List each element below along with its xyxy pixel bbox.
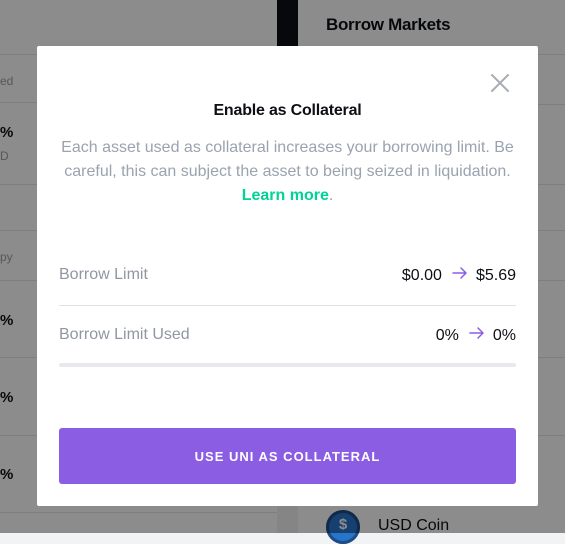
enable-collateral-modal: Enable as Collateral Each asset used as … bbox=[37, 46, 538, 506]
arrow-right-icon bbox=[452, 266, 468, 285]
borrow-limit-used-new: 0% bbox=[492, 326, 516, 344]
description-period: . bbox=[328, 187, 334, 204]
description-text: Each asset used as collateral increases … bbox=[61, 139, 514, 180]
modal-description: Each asset used as collateral increases … bbox=[59, 136, 516, 208]
borrow-limit-used-values: 0% 0% bbox=[436, 326, 516, 345]
borrow-limit-values: $0.00 $5.69 bbox=[402, 266, 516, 285]
borrow-limit-new: $5.69 bbox=[475, 266, 516, 284]
borrow-limit-used-label: Borrow Limit Used bbox=[59, 326, 190, 343]
close-icon[interactable] bbox=[489, 72, 511, 94]
borrow-limit-row: Borrow Limit $0.00 $5.69 bbox=[59, 260, 516, 290]
divider bbox=[59, 305, 516, 306]
borrow-limit-current: $0.00 bbox=[401, 266, 442, 284]
borrow-limit-label: Borrow Limit bbox=[59, 266, 148, 283]
learn-more-link[interactable]: Learn more bbox=[242, 187, 329, 204]
modal-title: Enable as Collateral bbox=[213, 102, 362, 119]
use-as-collateral-button[interactable]: USE UNI AS COLLATERAL bbox=[59, 428, 516, 484]
borrow-limit-used-row: Borrow Limit Used 0% 0% bbox=[59, 320, 516, 350]
borrow-limit-used-current: 0% bbox=[435, 326, 459, 344]
borrow-limit-used-progress-bar bbox=[59, 363, 516, 367]
arrow-right-icon bbox=[469, 326, 485, 345]
